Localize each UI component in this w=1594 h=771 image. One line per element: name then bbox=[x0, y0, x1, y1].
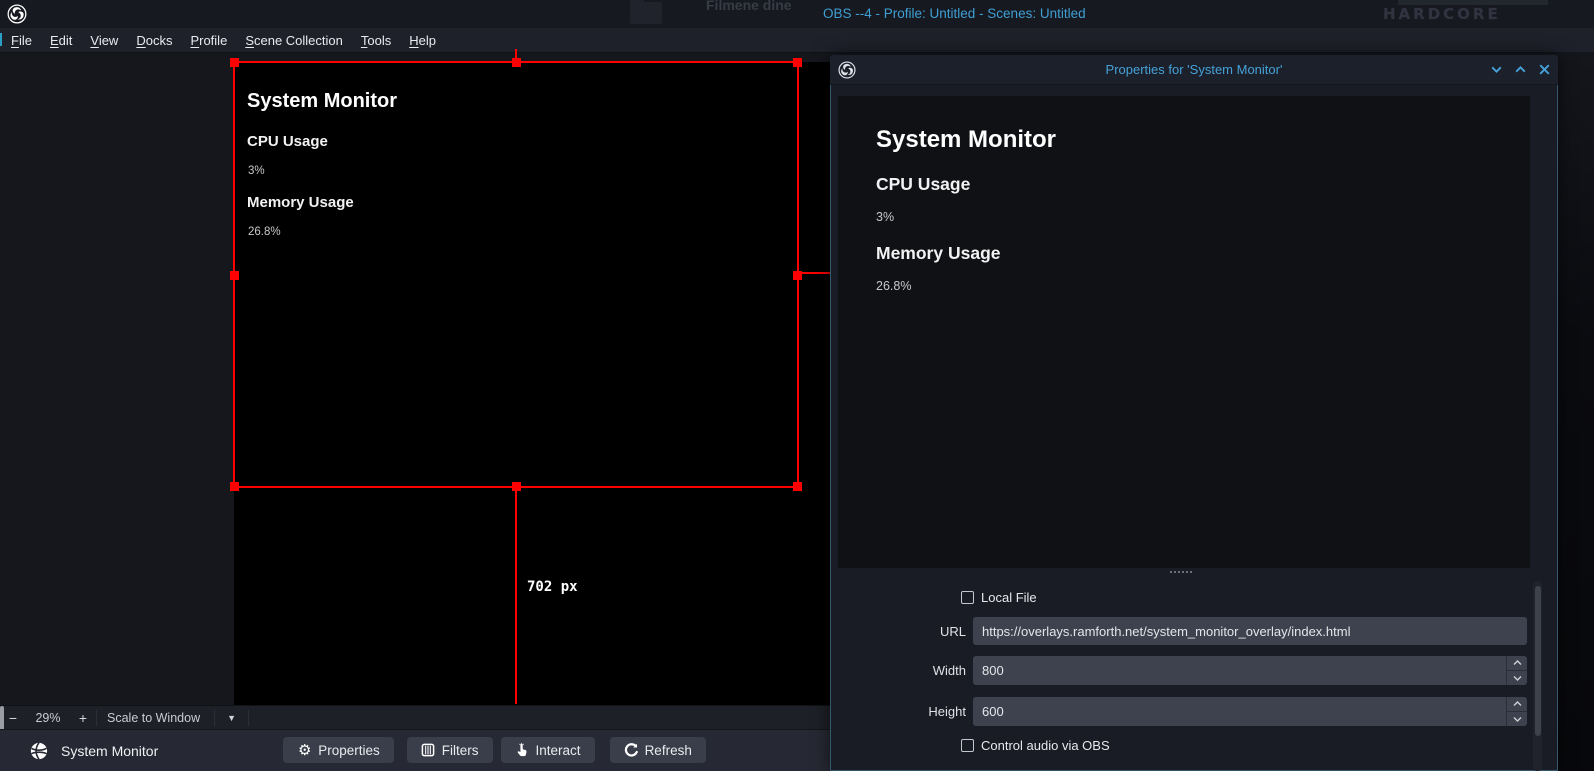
filters-button[interactable]: Filters bbox=[407, 737, 493, 763]
obs-logo-icon bbox=[7, 4, 27, 24]
width-label: Width bbox=[866, 663, 966, 678]
distance-guide-top bbox=[515, 49, 517, 62]
menu-bar: File Edit View Docks Profile Scene Collection… bbox=[0, 28, 1594, 53]
window-title: OBS --4 - Profile: Untitled - Scenes: Un… bbox=[823, 6, 1086, 21]
scale-mode-select[interactable]: Scale to Window bbox=[97, 711, 214, 725]
control-audio-checkbox[interactable] bbox=[961, 739, 974, 752]
refresh-icon bbox=[624, 743, 639, 758]
dialog-chevron-up-icon[interactable] bbox=[1513, 62, 1528, 77]
distance-guide-bottom bbox=[515, 488, 517, 704]
url-input[interactable] bbox=[973, 617, 1527, 645]
selected-source-name: System Monitor bbox=[61, 743, 158, 759]
menu-scene-collection[interactable]: Scene Collection bbox=[245, 33, 343, 48]
splitter-handle[interactable] bbox=[1170, 571, 1192, 573]
preview-memory-label: Memory Usage bbox=[876, 243, 1001, 264]
scale-mode-dropdown-arrow[interactable]: ▼ bbox=[215, 713, 248, 723]
preview-overlay-title: System Monitor bbox=[876, 126, 1056, 154]
width-increment-button[interactable] bbox=[1507, 656, 1527, 670]
wallpaper-folder-icon bbox=[630, 2, 662, 24]
height-spinbox bbox=[973, 697, 1527, 726]
source-selection-box[interactable] bbox=[233, 61, 799, 488]
selection-handle-bottom-left[interactable] bbox=[230, 482, 239, 491]
refresh-button-label: Refresh bbox=[645, 743, 692, 758]
selection-handle-top-left[interactable] bbox=[230, 58, 239, 67]
interact-button-label: Interact bbox=[536, 743, 581, 758]
menu-file[interactable]: File bbox=[11, 33, 32, 48]
preview-cpu-label: CPU Usage bbox=[876, 174, 970, 195]
height-decrement-button[interactable] bbox=[1507, 711, 1527, 726]
wallpaper-folder-label: Filmene dine bbox=[706, 0, 792, 13]
menu-view[interactable]: View bbox=[90, 33, 118, 48]
properties-dialog-title: Properties for 'System Monitor' bbox=[830, 62, 1558, 77]
width-decrement-button[interactable] bbox=[1507, 670, 1527, 685]
dialog-chevron-down-icon[interactable] bbox=[1489, 62, 1504, 77]
control-audio-label: Control audio via OBS bbox=[981, 738, 1110, 753]
dialog-close-icon[interactable] bbox=[1537, 62, 1552, 77]
selection-handle-middle-left[interactable] bbox=[230, 271, 239, 280]
menu-help[interactable]: Help bbox=[409, 33, 436, 48]
source-toolbar: System Monitor ⚙ Properties Filters Inte bbox=[0, 729, 830, 771]
filters-button-label: Filters bbox=[442, 743, 479, 758]
zoom-in-button[interactable]: + bbox=[70, 710, 96, 726]
hand-pointer-icon bbox=[515, 743, 530, 758]
height-label: Height bbox=[866, 704, 966, 719]
browser-source-preview bbox=[838, 96, 1530, 568]
menu-profile[interactable]: Profile bbox=[190, 33, 227, 48]
properties-button-label: Properties bbox=[318, 743, 380, 758]
width-spinbox bbox=[973, 656, 1527, 685]
window-edge-highlight bbox=[0, 33, 2, 46]
interact-button[interactable]: Interact bbox=[501, 737, 595, 763]
height-increment-button[interactable] bbox=[1507, 697, 1527, 711]
window-titlebar[interactable]: Filmene dine OBS --4 - Profile: Untitled… bbox=[0, 0, 1594, 28]
menu-tools[interactable]: Tools bbox=[361, 33, 391, 48]
distance-label: 702 px bbox=[527, 579, 578, 595]
height-input[interactable] bbox=[973, 697, 1503, 726]
selection-handle-bottom-right[interactable] bbox=[793, 482, 802, 491]
filter-icon bbox=[421, 743, 436, 758]
wallpaper-text: HARDCORE bbox=[1383, 5, 1501, 23]
local-file-label: Local File bbox=[981, 590, 1037, 605]
distance-guide-right bbox=[799, 272, 830, 274]
properties-button[interactable]: ⚙ Properties bbox=[283, 737, 394, 763]
menu-edit[interactable]: Edit bbox=[50, 33, 72, 48]
preview-memory-value: 26.8% bbox=[876, 279, 911, 293]
menu-docks[interactable]: Docks bbox=[136, 33, 172, 48]
local-file-checkbox[interactable] bbox=[961, 591, 974, 604]
zoom-level: 29% bbox=[26, 711, 70, 725]
gear-icon: ⚙ bbox=[297, 743, 312, 758]
preview-zoom-bar: − 29% + Scale to Window ▼ bbox=[0, 705, 830, 729]
selection-handle-top-right[interactable] bbox=[793, 58, 802, 67]
dialog-scrollbar-thumb[interactable] bbox=[1535, 586, 1541, 736]
url-label: URL bbox=[866, 624, 966, 639]
desktop-background bbox=[1558, 52, 1594, 771]
preview-cpu-value: 3% bbox=[876, 210, 894, 224]
divider bbox=[248, 710, 249, 726]
obs-main-window: Filmene dine OBS --4 - Profile: Untitled… bbox=[0, 0, 1594, 771]
browser-source-icon bbox=[30, 742, 48, 760]
refresh-button[interactable]: Refresh bbox=[610, 737, 706, 763]
width-input[interactable] bbox=[973, 656, 1503, 685]
